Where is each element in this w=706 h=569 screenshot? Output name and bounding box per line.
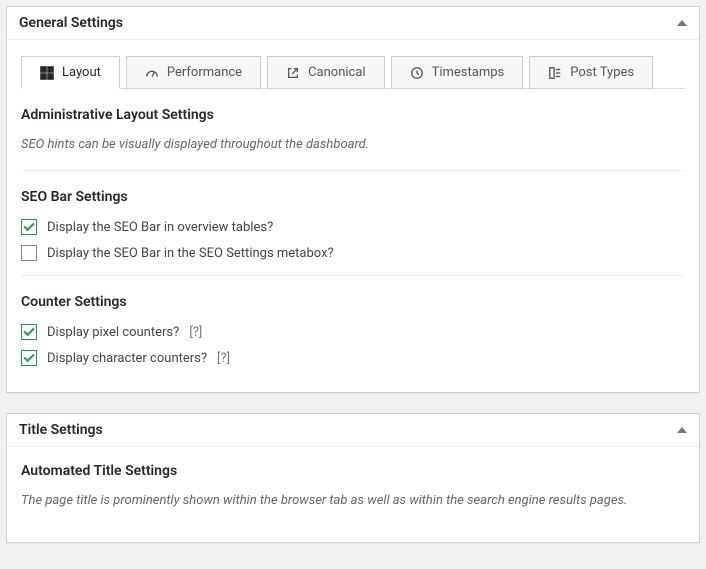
auto-title-heading: Automated Title Settings xyxy=(21,463,685,479)
general-settings-title: General Settings xyxy=(19,15,123,31)
seo-bar-overview-row: Display the SEO Bar in overview tables? xyxy=(21,219,685,235)
char-counter-label: Display character counters? xyxy=(47,351,207,366)
layout-icon xyxy=(40,66,54,80)
auto-title-desc: The page title is prominently shown with… xyxy=(21,493,685,508)
gauge-icon xyxy=(145,66,159,80)
seo-bar-metabox-label: Display the SEO Bar in the SEO Settings … xyxy=(47,246,334,261)
title-settings-title: Title Settings xyxy=(19,422,103,438)
chevron-up-icon xyxy=(677,20,687,26)
clock-icon xyxy=(410,66,424,80)
tab-label: Performance xyxy=(167,65,242,80)
post-types-icon xyxy=(548,66,562,80)
tab-performance[interactable]: Performance xyxy=(126,56,261,89)
seo-bar-heading: SEO Bar Settings xyxy=(21,189,685,205)
pixel-counter-row: Display pixel counters? [?] xyxy=(21,324,685,340)
admin-layout-desc: SEO hints can be visually displayed thro… xyxy=(21,137,685,152)
pixel-counter-help[interactable]: [?] xyxy=(189,325,202,340)
tab-bar: Layout Performance Canonical Timestamps … xyxy=(21,56,685,89)
seo-bar-overview-label: Display the SEO Bar in overview tables? xyxy=(47,220,273,235)
tab-canonical[interactable]: Canonical xyxy=(267,56,385,89)
seo-bar-metabox-row: Display the SEO Bar in the SEO Settings … xyxy=(21,245,685,261)
divider xyxy=(21,170,685,171)
general-settings-body: Layout Performance Canonical Timestamps … xyxy=(7,40,699,392)
char-counter-help[interactable]: [?] xyxy=(217,351,230,366)
tab-label: Canonical xyxy=(308,65,366,80)
admin-layout-heading: Administrative Layout Settings xyxy=(21,107,685,123)
tab-post-types[interactable]: Post Types xyxy=(529,56,653,89)
seo-bar-metabox-checkbox[interactable] xyxy=(21,245,37,261)
title-settings-header[interactable]: Title Settings xyxy=(7,414,699,447)
title-settings-body: Automated Title Settings The page title … xyxy=(7,447,699,542)
external-link-icon xyxy=(286,66,300,80)
chevron-up-icon xyxy=(677,427,687,433)
char-counter-row: Display character counters? [?] xyxy=(21,350,685,366)
title-settings-panel: Title Settings Automated Title Settings … xyxy=(6,413,700,543)
pixel-counter-label: Display pixel counters? xyxy=(47,325,179,340)
general-settings-panel: General Settings Layout Performance Cano… xyxy=(6,6,700,393)
tab-label: Post Types xyxy=(570,65,634,80)
divider xyxy=(21,275,685,276)
pixel-counter-checkbox[interactable] xyxy=(21,324,37,340)
char-counter-checkbox[interactable] xyxy=(21,350,37,366)
tab-label: Layout xyxy=(62,65,101,80)
tab-timestamps[interactable]: Timestamps xyxy=(391,56,524,89)
seo-bar-overview-checkbox[interactable] xyxy=(21,219,37,235)
tab-layout[interactable]: Layout xyxy=(21,56,120,89)
tab-label: Timestamps xyxy=(432,65,505,80)
general-settings-header[interactable]: General Settings xyxy=(7,7,699,40)
counter-heading: Counter Settings xyxy=(21,294,685,310)
